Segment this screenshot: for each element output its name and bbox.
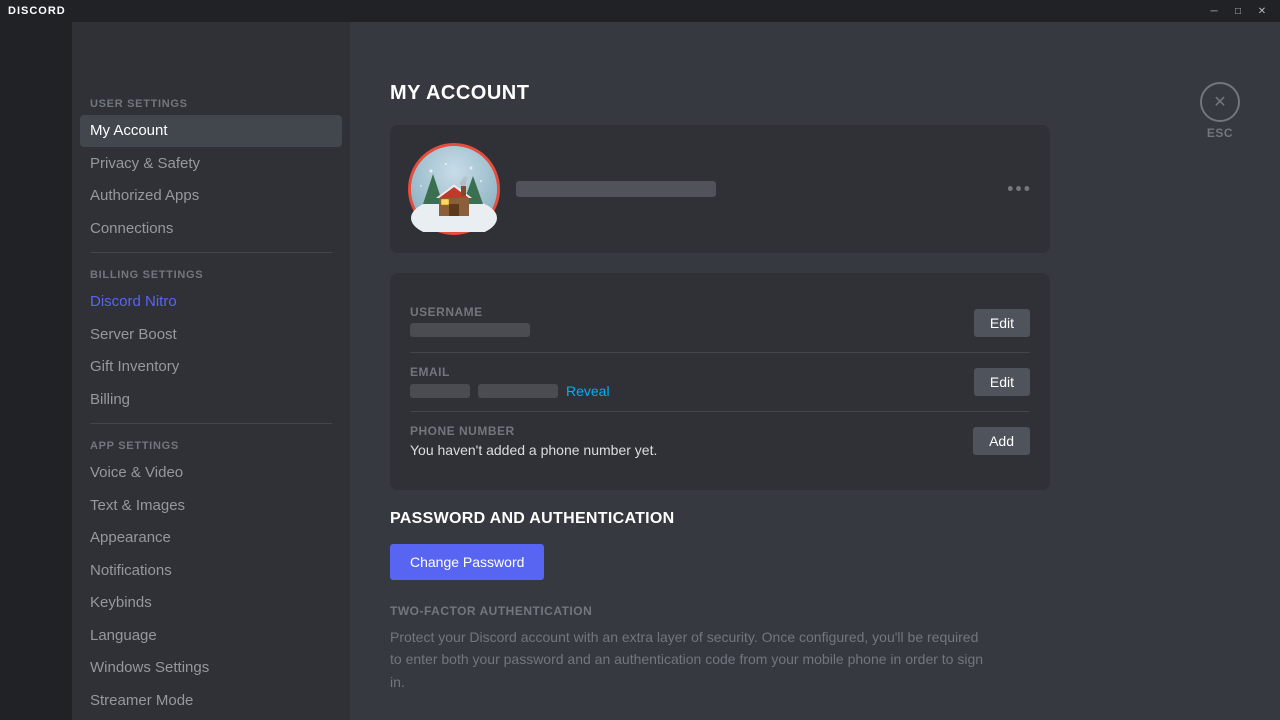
maximize-button[interactable]: □: [1228, 3, 1248, 19]
username-blurred: [410, 323, 530, 337]
sidebar-item-language[interactable]: Language: [80, 620, 342, 652]
username-row: USERNAME Edit: [410, 293, 1030, 353]
sidebar-item-keybinds[interactable]: Keybinds: [80, 587, 342, 619]
close-button[interactable]: ✕: [1252, 3, 1272, 19]
username-display-blurred: [516, 181, 716, 197]
two-factor-description: Protect your Discord account with an ext…: [390, 626, 990, 693]
app-logo: DISCORD: [8, 5, 66, 17]
phone-value: You haven't added a phone number yet.: [410, 442, 657, 458]
more-options-button[interactable]: •••: [1007, 179, 1032, 200]
esc-button[interactable]: ✕ ESC: [1200, 82, 1240, 140]
sidebar-item-notifications[interactable]: Notifications: [80, 555, 342, 587]
esc-circle: ✕: [1200, 82, 1240, 122]
email-label: EMAIL: [410, 365, 610, 379]
settings-sidebar: USER SETTINGS My Account Privacy & Safet…: [72, 22, 350, 720]
app-settings-label: APP SETTINGS: [80, 434, 342, 456]
avatar-container[interactable]: 📷: [408, 143, 500, 235]
sidebar-item-discord-nitro[interactable]: Discord Nitro: [80, 286, 342, 318]
content-inner: MY ACCOUNT: [350, 22, 1090, 720]
sidebar-item-authorized-apps[interactable]: Authorized Apps: [80, 180, 342, 212]
sidebar-item-windows-settings[interactable]: Windows Settings: [80, 652, 342, 684]
sidebar-item-connections[interactable]: Connections: [80, 213, 342, 245]
profile-info: [516, 181, 1032, 197]
sidebar-item-text-images[interactable]: Text & Images: [80, 490, 342, 522]
account-info-section: USERNAME Edit EMAIL Reveal: [390, 273, 1050, 490]
sidebar-item-appearance[interactable]: Appearance: [80, 522, 342, 554]
username-edit-button[interactable]: Edit: [974, 309, 1030, 337]
sidebar-item-streamer-mode[interactable]: Streamer Mode: [80, 685, 342, 717]
camera-icon: 📷: [442, 177, 467, 202]
sidebar-divider-2: [90, 423, 332, 424]
server-list: [0, 22, 72, 720]
email-value: Reveal: [410, 383, 610, 399]
username-value: [410, 323, 530, 340]
phone-info: PHONE NUMBER You haven't added a phone n…: [410, 424, 657, 458]
password-section-title: PASSWORD AND AUTHENTICATION: [390, 510, 1050, 528]
sidebar-item-my-account[interactable]: My Account: [80, 115, 342, 147]
email-blurred-part1: [410, 384, 470, 398]
main-content: MY ACCOUNT: [350, 22, 1280, 720]
sidebar-item-voice-video[interactable]: Voice & Video: [80, 457, 342, 489]
sidebar-divider-1: [90, 252, 332, 253]
reveal-email-button[interactable]: Reveal: [566, 383, 610, 399]
username-label: USERNAME: [410, 305, 530, 319]
profile-card: 📷 •••: [390, 125, 1050, 253]
billing-settings-label: BILLING SETTINGS: [80, 263, 342, 285]
sidebar-item-privacy-safety[interactable]: Privacy & Safety: [80, 148, 342, 180]
phone-add-button[interactable]: Add: [973, 427, 1030, 455]
email-info: EMAIL Reveal: [410, 365, 610, 399]
titlebar: DISCORD ─ □ ✕: [0, 0, 1280, 22]
phone-row: PHONE NUMBER You haven't added a phone n…: [410, 412, 1030, 470]
sidebar-item-server-boost[interactable]: Server Boost: [80, 319, 342, 351]
two-factor-label: TWO-FACTOR AUTHENTICATION: [390, 604, 1050, 618]
user-settings-label: USER SETTINGS: [80, 92, 342, 114]
password-section: PASSWORD AND AUTHENTICATION Change Passw…: [390, 510, 1050, 693]
sidebar-item-billing[interactable]: Billing: [80, 384, 342, 416]
app-body: USER SETTINGS My Account Privacy & Safet…: [0, 22, 1280, 720]
minimize-button[interactable]: ─: [1204, 3, 1224, 19]
email-blurred-part2: [478, 384, 558, 398]
sidebar-area: USER SETTINGS My Account Privacy & Safet…: [0, 22, 350, 720]
username-info: USERNAME: [410, 305, 530, 340]
phone-label: PHONE NUMBER: [410, 424, 657, 438]
change-password-button[interactable]: Change Password: [390, 544, 544, 580]
page-title: MY ACCOUNT: [390, 82, 1050, 105]
email-row: EMAIL Reveal Edit: [410, 353, 1030, 412]
email-edit-button[interactable]: Edit: [974, 368, 1030, 396]
window-controls: ─ □ ✕: [1204, 3, 1272, 19]
esc-label: ESC: [1207, 126, 1233, 140]
sidebar-item-gift-inventory[interactable]: Gift Inventory: [80, 351, 342, 383]
